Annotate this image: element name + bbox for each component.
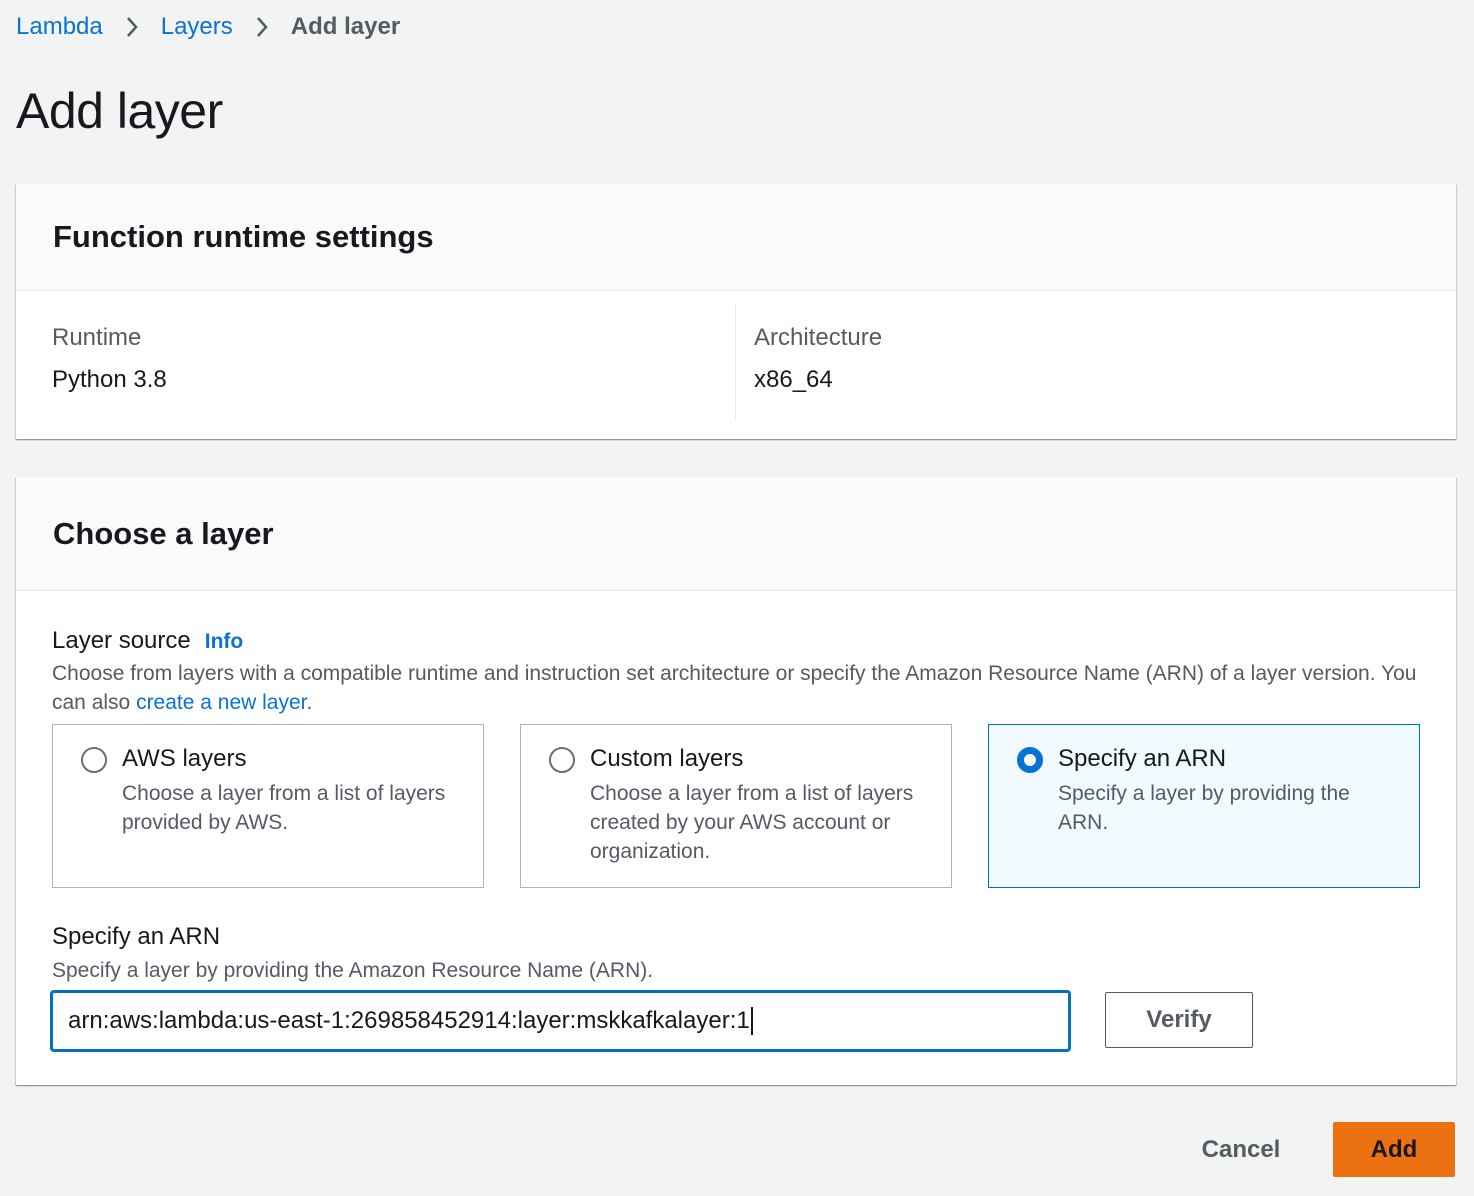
aws-layers-option[interactable]: AWS layers Choose a layer from a list of… [52,724,484,888]
function-runtime-settings-panel: Function runtime settings Runtime Python… [16,184,1456,439]
panel-header: Function runtime settings [16,184,1456,291]
arn-field-label: Specify an ARN [52,923,221,950]
choose-layer-panel: Choose a layer Layer source Info Choose f… [16,477,1456,1085]
option-title: Specify an ARN [1058,745,1227,772]
layer-source-label: Layer source Info [52,627,243,655]
architecture-value: x86_64 [754,366,833,393]
option-description: Choose a layer from a list of layers cre… [590,782,914,863]
runtime-value: Python 3.8 [52,366,167,393]
breadcrumb-current: Add layer [290,13,401,40]
text-caret [750,1007,753,1035]
layer-source-description: Choose from layers with a compatible run… [52,659,1432,717]
runtime-field: Runtime Python 3.8 [52,324,167,394]
add-layer-page: Lambda Layers Add layer Add layer Functi… [0,0,1474,1196]
radio-button[interactable] [81,747,107,773]
page-title: Add layer [16,83,223,139]
breadcrumb-lambda-link[interactable]: Lambda [16,13,103,41]
option-description: Specify a layer by providing the ARN. [1058,782,1350,834]
chevron-right-icon [233,15,291,39]
breadcrumb-layers-link[interactable]: Layers [161,13,233,41]
runtime-label: Runtime [52,324,142,351]
description-suffix: . [306,691,313,714]
option-title: AWS layers [122,745,247,772]
arn-input-value: arn:aws:lambda:us-east-1:269858452914:la… [68,1007,750,1034]
radio-button[interactable] [549,747,575,773]
panel-header: Choose a layer [16,477,1456,591]
runtime-details: Runtime Python 3.8 Architecture x86_64 [16,291,1456,439]
cancel-button[interactable]: Cancel [1180,1122,1302,1178]
panel-title: Choose a layer [53,515,274,551]
info-link[interactable]: Info [205,630,243,653]
radio-button-checked[interactable] [1017,747,1043,773]
verify-button[interactable]: Verify [1105,992,1253,1048]
custom-layers-option[interactable]: Custom layers Choose a layer from a list… [520,724,952,888]
create-new-layer-link[interactable]: create a new layer [136,691,306,714]
column-divider [735,303,736,421]
option-title: Custom layers [590,745,744,772]
architecture-field: Architecture x86_64 [754,324,882,394]
architecture-label: Architecture [754,324,883,351]
chevron-right-icon [103,15,161,39]
add-button[interactable]: Add [1333,1122,1455,1177]
panel-title: Function runtime settings [53,219,434,254]
layer-source-label-text: Layer source [52,627,191,654]
option-description: Choose a layer from a list of layers pro… [122,782,446,834]
arn-input[interactable]: arn:aws:lambda:us-east-1:269858452914:la… [51,991,1070,1051]
breadcrumb: Lambda Layers Add layer [16,10,400,44]
specify-arn-option[interactable]: Specify an ARN Specify a layer by provid… [988,724,1420,888]
arn-field-description: Specify a layer by providing the Amazon … [52,959,654,982]
